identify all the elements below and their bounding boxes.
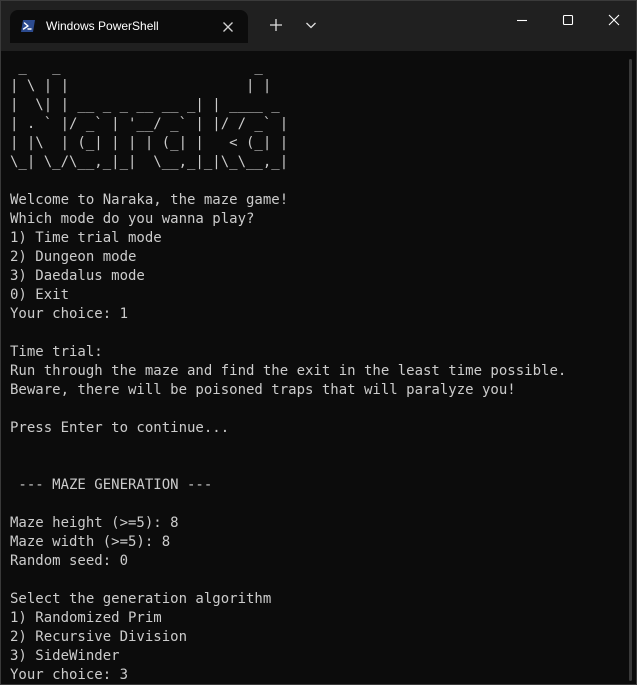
title-bar[interactable]: Windows PowerShell — [1, 1, 636, 51]
console-line: 0) Exit — [10, 287, 70, 303]
console-line: 3) Daedalus mode — [10, 268, 145, 284]
new-tab-plus-icon[interactable] — [267, 16, 285, 34]
close-tab-icon[interactable] — [220, 19, 236, 35]
console-line: Run through the maze and find the exit i… — [10, 363, 567, 379]
console-line: | . ` |/ _` | '__/ _` | |/ / _` | — [10, 116, 289, 132]
powershell-icon — [21, 20, 35, 32]
console-line: Select the generation algorithm — [10, 591, 272, 607]
tab-windows-powershell[interactable]: Windows PowerShell — [10, 10, 248, 43]
console-line: _ _ _ — [10, 59, 263, 75]
console-line: 2) Recursive Division — [10, 629, 188, 645]
console-line: 2) Dungeon mode — [10, 249, 137, 265]
console-line: | \ | | | | — [10, 78, 272, 94]
scrollbar[interactable] — [629, 59, 632, 681]
maximize-icon[interactable] — [561, 13, 575, 27]
console-line: 1) Randomized Prim — [10, 610, 162, 626]
console-line: Welcome to Naraka, the maze game! — [10, 192, 289, 208]
chevron-down-icon[interactable] — [304, 18, 318, 32]
console-line: Maze height (>=5): 8 — [10, 515, 179, 531]
console-line: Your choice: 1 — [10, 306, 129, 322]
console-line: 1) Time trial mode — [10, 230, 162, 246]
console-line: Random seed: 0 — [10, 553, 129, 569]
close-window-icon[interactable] — [607, 13, 621, 27]
console-line: Time trial: — [10, 344, 103, 360]
console-line: | \| | __ _ _ __ __ _| | ____ _ — [10, 97, 280, 113]
console-line: Press Enter to continue... — [10, 420, 230, 436]
minimize-icon[interactable] — [515, 13, 529, 27]
tab-title: Windows PowerShell — [46, 19, 159, 33]
console-line: Maze width (>=5): 8 — [10, 534, 171, 550]
terminal-window: Windows PowerShell _ _ _ | \ | | | | | \… — [0, 0, 637, 685]
console-line: | |\ | (_| | | | (_| | < (_| | — [10, 135, 289, 151]
console-line: Your choice: 3 — [10, 667, 129, 680]
console-line: Which mode do you wanna play? — [10, 211, 255, 227]
console-line: 3) SideWinder — [10, 648, 120, 664]
console-line: --- MAZE GENERATION --- — [10, 477, 213, 493]
console-output[interactable]: _ _ _ | \ | | | | | \| | __ _ _ __ __ _| |… — [10, 58, 620, 680]
console-line: Beware, there will be poisoned traps tha… — [10, 382, 516, 398]
console-line: \_| \_/\__,_|_| \__,_|_|\_\__,_| — [10, 154, 289, 170]
